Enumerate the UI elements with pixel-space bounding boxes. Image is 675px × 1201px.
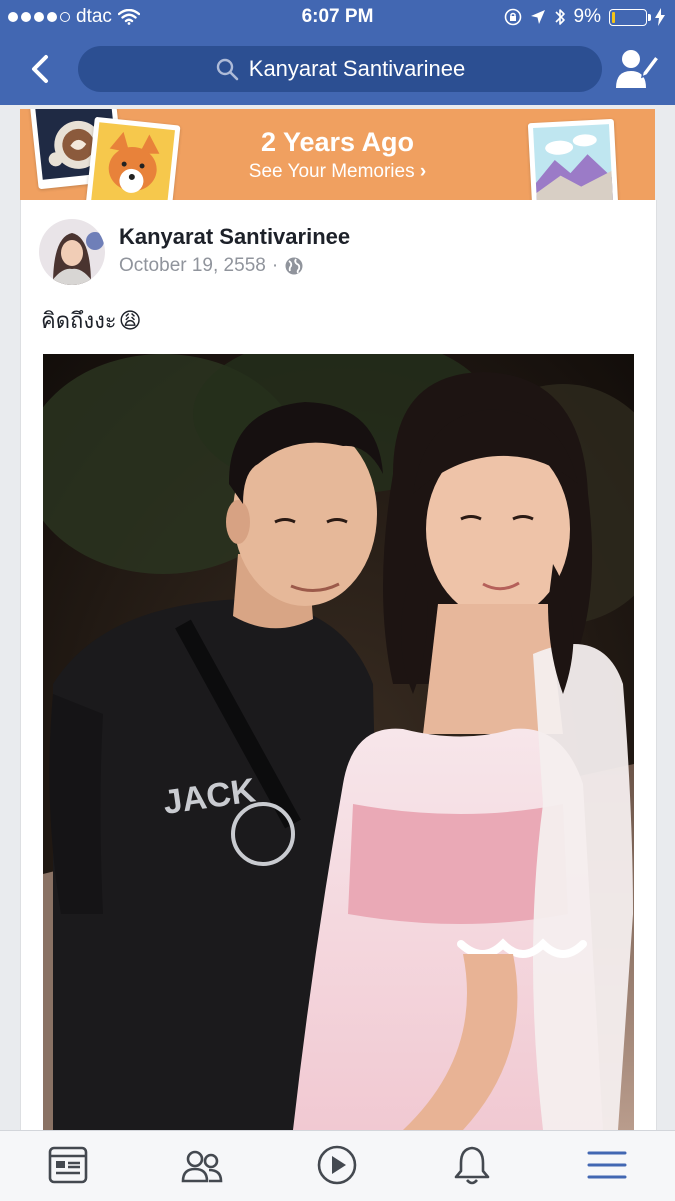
bottom-tab-bar	[0, 1130, 675, 1201]
friends-icon[interactable]	[180, 1143, 224, 1187]
top-navigation-bar: dtac 6:07 PM 9% Kanyarat Santivarinee	[0, 0, 675, 105]
navigation-row: Kanyarat Santivarinee	[0, 44, 675, 94]
post-author-name[interactable]: Kanyarat Santivarinee	[119, 224, 350, 250]
notifications-bell-icon[interactable]	[450, 1143, 494, 1187]
memories-subtitle: See Your Memories	[248, 161, 415, 182]
globe-icon	[285, 257, 303, 275]
post-message: คิดถึงงะ 😩	[41, 303, 142, 338]
orientation-lock-icon	[504, 8, 521, 26]
post-photo[interactable]: JACK	[43, 354, 634, 1130]
battery-level	[612, 11, 615, 23]
back-chevron-icon[interactable]	[26, 52, 56, 86]
status-bar: dtac 6:07 PM 9%	[0, 0, 675, 34]
status-right: 9%	[504, 6, 665, 28]
post-date[interactable]: October 19, 2558	[119, 255, 266, 277]
search-icon	[216, 58, 239, 81]
chevron-right-icon: ›	[419, 161, 427, 182]
menu-icon[interactable]	[585, 1143, 629, 1187]
meta-separator: ·	[271, 255, 279, 276]
memories-banner[interactable]: 2 Years Ago See Your Memories ›	[20, 109, 655, 200]
post-meta: October 19, 2558 ·	[119, 255, 304, 277]
friend-requests-icon[interactable]	[614, 48, 660, 90]
author-avatar[interactable]	[39, 219, 105, 285]
charging-bolt-icon	[655, 8, 665, 26]
location-arrow-icon	[530, 10, 545, 24]
search-bar[interactable]: Kanyarat Santivarinee	[78, 46, 602, 92]
battery-percent: 9%	[573, 6, 601, 27]
news-feed-icon[interactable]	[46, 1143, 90, 1187]
battery-icon	[609, 8, 651, 26]
search-query-text: Kanyarat Santivarinee	[248, 56, 466, 81]
post-message-text: คิดถึงงะ	[41, 308, 117, 333]
mountain-photo-card	[527, 118, 619, 200]
post-card: Kanyarat Santivarinee October 19, 2558 ·…	[20, 200, 657, 1130]
video-icon[interactable]	[315, 1143, 359, 1187]
weary-face-emoji: 😩	[118, 307, 142, 333]
bluetooth-icon	[554, 9, 565, 25]
